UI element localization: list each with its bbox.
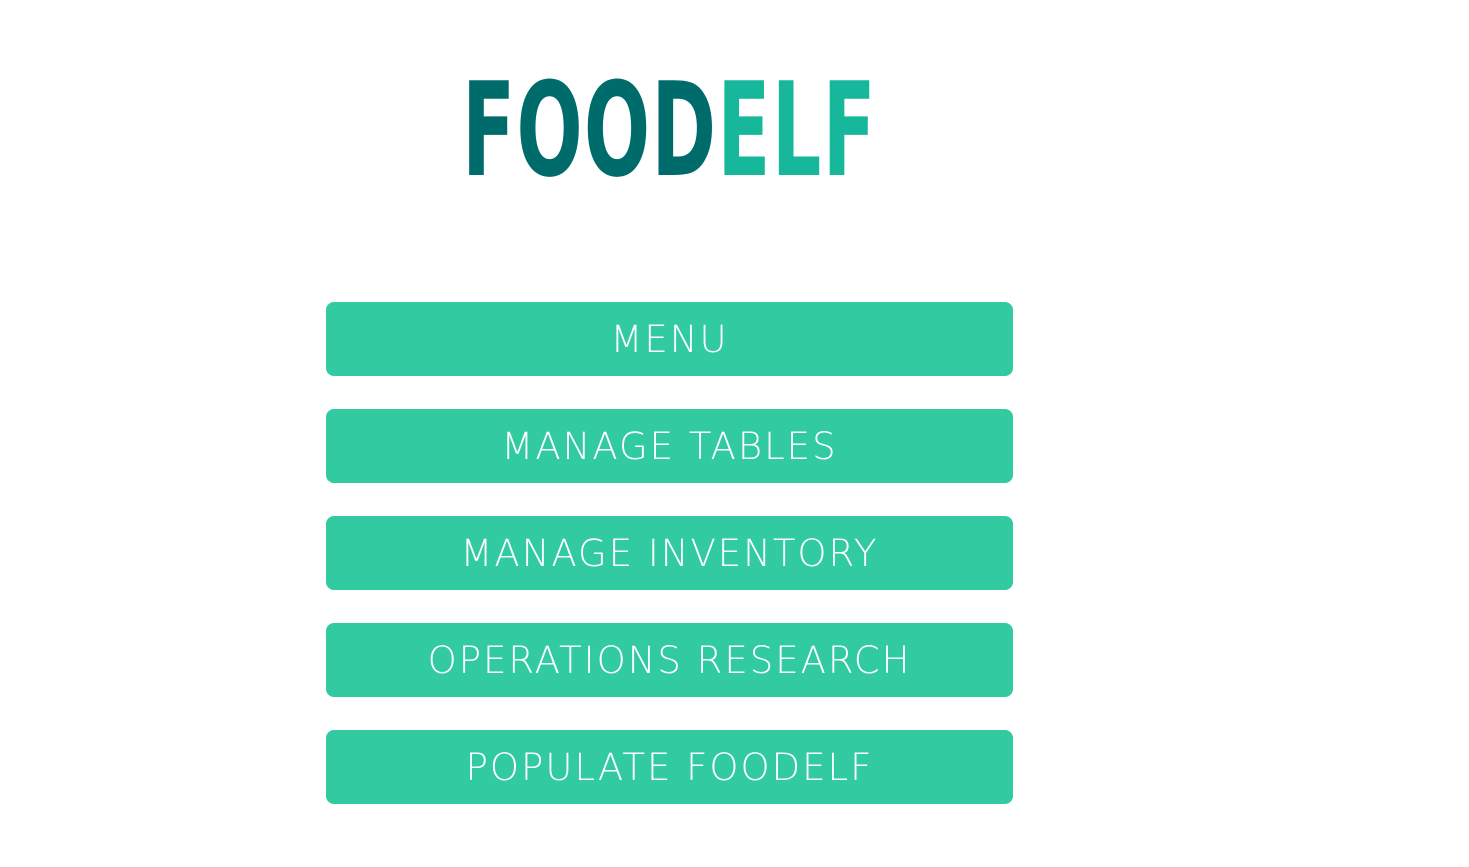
logo-text-elf: ELF xyxy=(717,54,877,190)
populate-foodelf-button[interactable]: POPULATE FOODELF xyxy=(326,730,1013,804)
populate-foodelf-button-label: POPULATE FOODELF xyxy=(465,745,874,789)
manage-inventory-button[interactable]: MANAGE INVENTORY xyxy=(326,516,1013,590)
menu-button-label: MENU xyxy=(610,317,729,361)
manage-tables-button-label: MANAGE TABLES xyxy=(501,424,838,468)
svg-text:FOODELF: FOODELF xyxy=(462,54,877,190)
manage-inventory-button-label: MANAGE INVENTORY xyxy=(460,531,879,575)
manage-tables-button[interactable]: MANAGE TABLES xyxy=(326,409,1013,483)
foodelf-logo: FOODELF xyxy=(462,54,877,190)
home-page: FOODELF MENU MANAGE TABLES MANAGE INVENT… xyxy=(0,0,1469,867)
operations-research-button-label: OPERATIONS RESEARCH xyxy=(427,638,912,682)
operations-research-button[interactable]: OPERATIONS RESEARCH xyxy=(326,623,1013,697)
menu-button[interactable]: MENU xyxy=(326,302,1013,376)
logo-text-food: FOOD xyxy=(462,54,717,190)
main-menu: MENU MANAGE TABLES MANAGE INVENTORY OPER… xyxy=(326,302,1013,804)
